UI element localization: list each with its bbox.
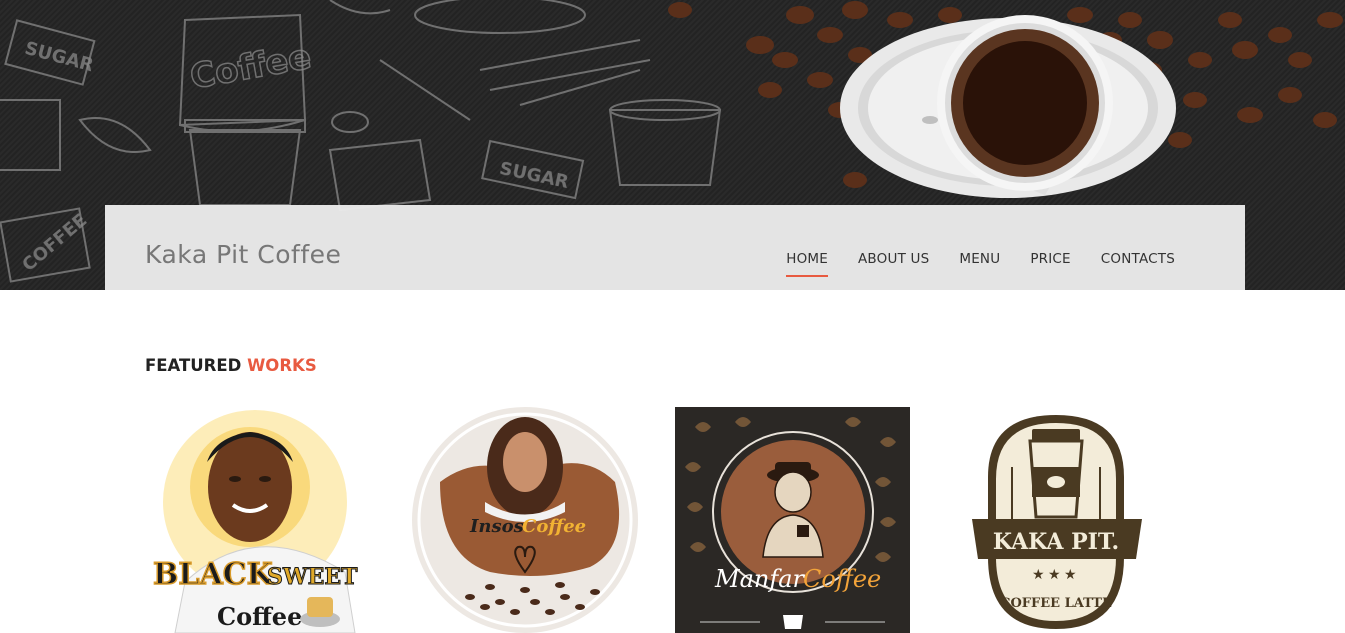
featured-work-black-sweet-coffee[interactable]: BLACK SWEET Coffee xyxy=(145,407,380,633)
hero-doodle-sugar-text-2: SUGAR xyxy=(498,158,571,193)
featured-title-accent: WORKS xyxy=(247,356,317,375)
coffee-cup-photo xyxy=(840,15,1176,198)
nav-item-about-us[interactable]: ABOUT US xyxy=(858,251,929,277)
work-1-subtitle: Coffee xyxy=(217,602,302,631)
work-3-title-a: Manfar xyxy=(714,565,806,593)
nav-item-menu[interactable]: MENU xyxy=(959,251,1000,277)
featured-work-kaka-pit-coffee-latte[interactable]: KAKA PIT. ★ ★ ★ COFFEE LATTE xyxy=(940,407,1175,633)
svg-text:★: ★ xyxy=(1064,566,1077,582)
work-4-title: KAKA PIT. xyxy=(993,529,1119,555)
work-2-title-a: Insos xyxy=(469,516,524,537)
svg-text:★: ★ xyxy=(1048,566,1061,582)
svg-text:★: ★ xyxy=(1032,566,1045,582)
featured-title-part1: FEATURED xyxy=(145,356,248,375)
hero-doodle-coffee-box-text: COFFEE xyxy=(18,210,91,276)
featured-work-manfar-coffee[interactable]: Manfar Coffee xyxy=(675,407,910,633)
work-3-title-b: Coffee xyxy=(803,565,881,593)
featured-work-insos-coffee[interactable]: Insos Coffee xyxy=(410,407,645,633)
featured-works-heading: FEATURED WORKS xyxy=(145,356,317,375)
main-nav: HOME ABOUT US MENU PRICE CONTACTS xyxy=(756,251,1175,277)
work-2-title-b: Coffee xyxy=(522,516,586,537)
header-navbar: Kaka Pit Coffee HOME ABOUT US MENU PRICE… xyxy=(105,205,1245,290)
work-1-title-b: SWEET xyxy=(267,564,358,590)
site-logo-text[interactable]: Kaka Pit Coffee xyxy=(145,240,341,269)
work-1-title: BLACK xyxy=(153,557,274,592)
nav-item-home[interactable]: HOME xyxy=(786,251,828,277)
nav-item-contacts[interactable]: CONTACTS xyxy=(1101,251,1175,277)
work-4-subtitle: COFFEE LATTE xyxy=(1000,596,1112,611)
hero-doodle-coffee-text: Coffee xyxy=(187,37,314,98)
nav-item-price[interactable]: PRICE xyxy=(1030,251,1070,277)
